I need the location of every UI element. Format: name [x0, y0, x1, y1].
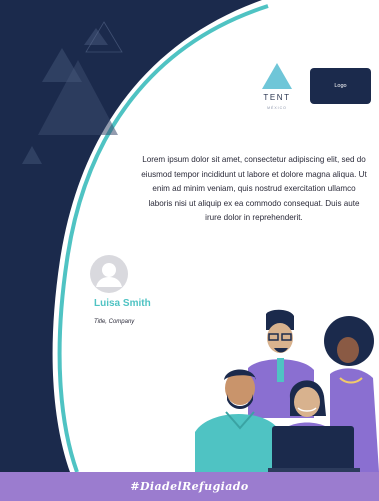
person-title: Title, Company — [94, 319, 135, 325]
footer-band: #DiadelRefugiado — [0, 472, 379, 501]
logo-label: Logo — [334, 83, 347, 89]
avatar-placeholder-icon — [90, 255, 128, 293]
footer-hashtag: #DiadelRefugiado — [130, 480, 249, 493]
brand-name: TENT — [263, 93, 291, 102]
brand-block: TENT MÉXICO — [252, 63, 302, 110]
body-paragraph: Lorem ipsum dolor sit amet, consectetur … — [141, 155, 367, 223]
laptop-figure — [268, 426, 360, 472]
logo-placeholder: Logo — [310, 68, 371, 104]
tent-triangle-icon — [262, 63, 292, 89]
brand-subtitle: MÉXICO — [267, 106, 287, 110]
person-name: Luisa Smith — [94, 298, 151, 309]
team-illustration — [195, 309, 379, 472]
flyer-page: TENT MÉXICO Logo Lorem ipsum dolor sit a… — [0, 0, 379, 501]
